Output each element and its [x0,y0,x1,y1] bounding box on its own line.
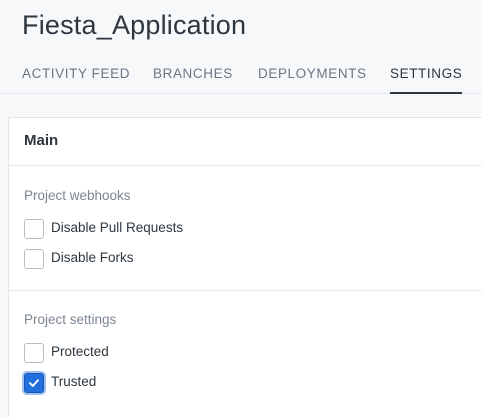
disable-pull-requests-checkbox[interactable] [24,219,44,239]
protected-checkbox[interactable] [24,343,44,363]
checkmark-icon [29,379,39,387]
project-settings-label: Project settings [24,312,117,327]
disable-forks-checkbox[interactable] [24,249,44,269]
panel-header: Main [9,118,482,166]
app-header: Fiesta_Application ACTIVITY FEED BRANCHE… [0,0,482,94]
tab-branches[interactable]: BRANCHES [153,66,233,94]
tab-settings[interactable]: SETTINGS [390,66,463,94]
section-divider [9,290,482,291]
disable-pull-requests-label: Disable Pull Requests [51,220,184,235]
panel-title: Main [24,132,59,149]
tab-activity-feed[interactable]: ACTIVITY FEED [22,66,130,94]
tab-deployments[interactable]: DEPLOYMENTS [258,66,367,94]
project-webhooks-label: Project webhooks [24,188,131,203]
settings-panel: Main Project webhooks Disable Pull Reque… [8,117,482,417]
trusted-label: Trusted [51,374,97,389]
protected-label: Protected [51,344,109,359]
disable-forks-label: Disable Forks [51,250,134,265]
page-title: Fiesta_Application [22,10,247,40]
trusted-checkbox[interactable] [24,373,44,393]
